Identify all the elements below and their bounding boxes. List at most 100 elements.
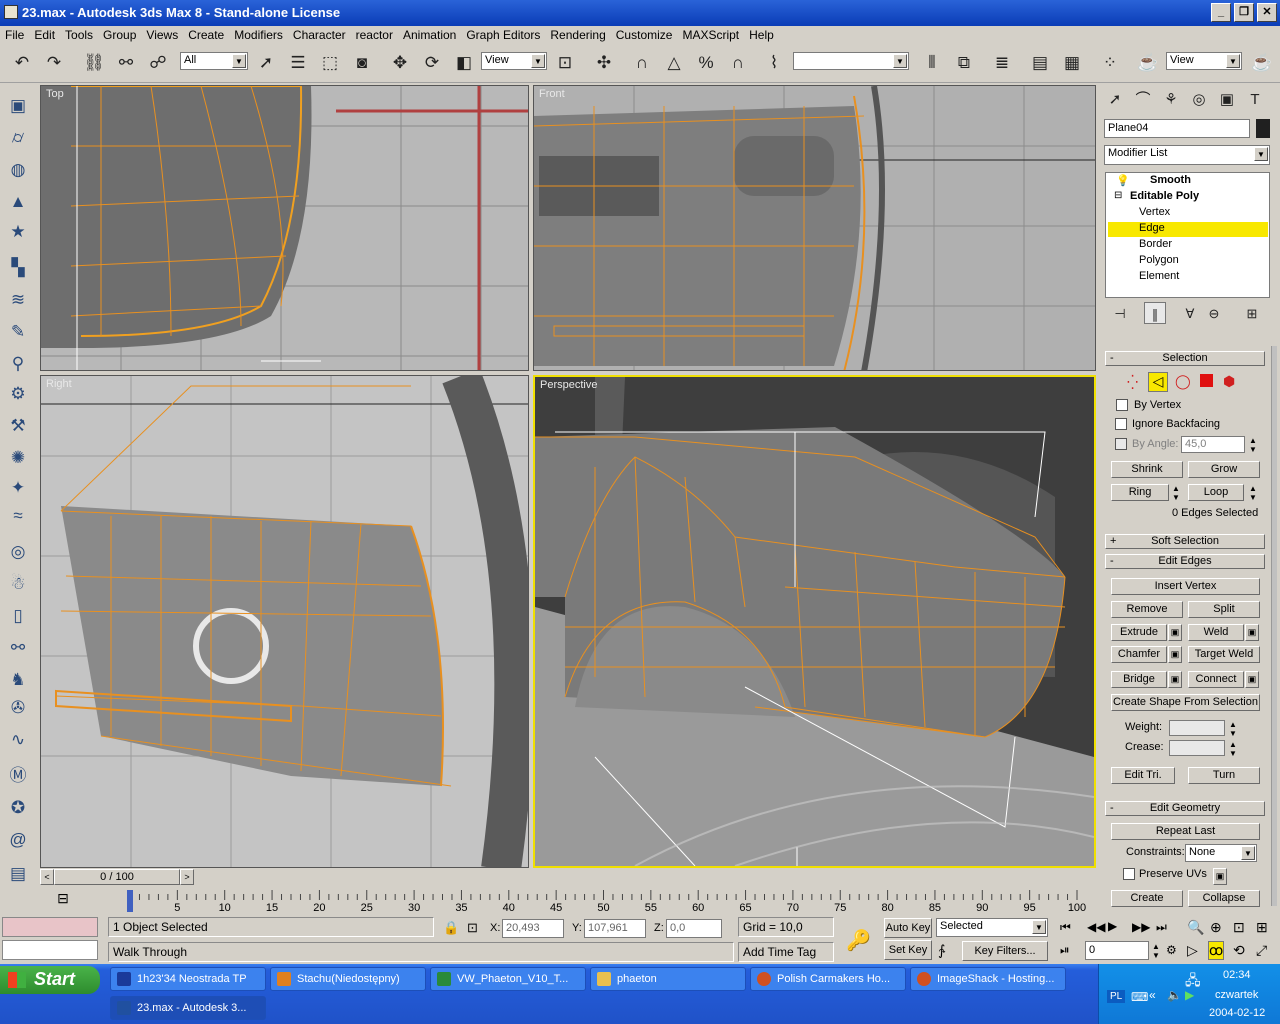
task-3dsmax[interactable]: 23.max - Autodesk 3...	[110, 996, 266, 1020]
stack-item-border[interactable]: Border	[1106, 238, 1269, 253]
align-icon[interactable]: ⧉	[952, 51, 976, 75]
menu-file[interactable]: File	[0, 26, 29, 42]
polygon-mode-icon[interactable]	[1200, 374, 1213, 387]
viewport-right-label[interactable]: Right	[46, 378, 72, 390]
connect-settings-icon[interactable]: ▣	[1245, 671, 1259, 688]
task-phaeton-image[interactable]: VW_Phaeton_V10_T...	[430, 967, 586, 991]
menu-edit[interactable]: Edit	[29, 26, 60, 42]
curve-editor-mini-icon[interactable]: ⊟	[52, 890, 74, 910]
stack-item-editable-poly[interactable]: Editable Poly	[1106, 190, 1269, 205]
pencil-icon[interactable]: ✎	[6, 320, 30, 344]
task-neostrada[interactable]: 1h23'34 Neostrada TP	[110, 967, 266, 991]
rotate-icon[interactable]: ⟳	[420, 51, 444, 75]
undo-icon[interactable]: ↶	[10, 51, 34, 75]
maximize-button[interactable]: ❐	[1234, 3, 1254, 22]
task-imageshack[interactable]: ImageShack - Hosting...	[910, 967, 1066, 991]
constraints-dropdown[interactable]: None ▼	[1185, 844, 1257, 862]
ignore-backfacing-checkbox[interactable]	[1115, 418, 1127, 430]
object-name-field[interactable]: Plane04	[1104, 119, 1250, 138]
play-tray-icon[interactable]: ▶	[1185, 988, 1194, 1002]
named-selection-dropdown[interactable]: ▼	[793, 52, 909, 70]
modify-tab-icon[interactable]: ⌒	[1131, 88, 1155, 112]
fan-icon[interactable]: ✇	[6, 696, 30, 720]
crease-field[interactable]	[1169, 740, 1225, 756]
element-mode-icon[interactable]: ⬢	[1223, 373, 1235, 390]
show-end-result-icon[interactable]: ∥	[1144, 302, 1166, 324]
insert-vertex-button[interactable]: Insert Vertex	[1111, 578, 1260, 595]
snaps-toggle-icon[interactable]: ∩	[630, 51, 654, 75]
bone-tool-icon[interactable]: ⚯	[6, 636, 30, 660]
quick-render-icon[interactable]: ☕	[1250, 51, 1274, 75]
layer-manager-icon[interactable]: ≣	[990, 51, 1014, 75]
extrude-settings-icon[interactable]: ▣	[1168, 624, 1182, 641]
bind-space-warp-icon[interactable]: ☍	[146, 51, 170, 75]
key-icon[interactable]: 🔑	[846, 928, 871, 953]
viewport-top-label[interactable]: Top	[46, 88, 64, 100]
viewport-top[interactable]: Top	[40, 85, 529, 371]
task-polish-carmakers[interactable]: Polish Carmakers Ho...	[750, 967, 906, 991]
object-color-swatch[interactable]	[1256, 119, 1270, 138]
menu-rendering[interactable]: Rendering	[545, 26, 610, 42]
ring-button[interactable]: Ring	[1111, 484, 1169, 501]
wand-icon[interactable]: ✪	[6, 796, 30, 820]
chair-icon[interactable]: ♞	[6, 668, 30, 692]
glass-icon[interactable]: ▯	[6, 604, 30, 628]
wave-icon[interactable]: ≈	[6, 504, 30, 528]
time-slider-thumb[interactable]: 0 / 100	[54, 869, 180, 885]
display-tab-icon[interactable]: ▣	[1215, 88, 1239, 112]
bridge-button[interactable]: Bridge	[1111, 671, 1167, 688]
stack-item-edge[interactable]: Edge	[1108, 222, 1268, 237]
hierarchy-tab-icon[interactable]: ⚘	[1159, 88, 1183, 112]
crease-spinner[interactable]: ▲ ▼	[1229, 740, 1237, 758]
arc-rotate-icon[interactable]: ⟲	[1233, 942, 1245, 959]
split-button[interactable]: Split	[1188, 601, 1260, 618]
render-view-dropdown[interactable]: View ▼	[1166, 52, 1242, 70]
menu-character[interactable]: Character	[288, 26, 351, 42]
modifier-list-dropdown[interactable]: Modifier List ▼	[1104, 145, 1270, 165]
selection-filter-dropdown[interactable]: All ▼	[180, 52, 248, 70]
make-unique-icon[interactable]: ∀	[1179, 302, 1201, 324]
z-coord-field[interactable]: 0,0	[666, 919, 722, 938]
clock-time[interactable]: 02:34	[1223, 969, 1251, 981]
zoom-extents-icon[interactable]: ⊡	[1233, 919, 1245, 936]
menu-create[interactable]: Create	[183, 26, 229, 42]
biped-icon[interactable]: ☃	[6, 572, 30, 596]
stack-icon[interactable]: ≋	[6, 288, 30, 312]
preserve-uvs-checkbox[interactable]	[1123, 868, 1135, 880]
checker-icon[interactable]: ▚	[6, 256, 30, 280]
box-icon[interactable]: ▣	[6, 94, 30, 118]
by-angle-spinner[interactable]: ▲ ▼	[1249, 436, 1257, 454]
lock-icon[interactable]: 🔒	[443, 920, 459, 936]
scale-icon[interactable]: ◧	[452, 51, 476, 75]
track-bar[interactable]: ⊟ 05101520253035404550556065707580859095…	[36, 888, 1096, 914]
fov-icon[interactable]: ▷	[1187, 942, 1198, 959]
motion-tab-icon[interactable]: ◎	[1187, 88, 1211, 112]
edit-tri-button[interactable]: Edit Tri.	[1111, 767, 1175, 784]
loop-button[interactable]: Loop	[1188, 484, 1244, 501]
script-icon[interactable]: ▤	[6, 862, 30, 886]
light-icon[interactable]: ✺	[6, 446, 30, 470]
create-tab-icon[interactable]: ➚	[1103, 88, 1127, 112]
by-angle-checkbox[interactable]	[1115, 438, 1127, 450]
menu-customize[interactable]: Customize	[611, 26, 678, 42]
bulb-icon[interactable]: 💡	[1116, 174, 1130, 187]
stack-item-polygon[interactable]: Polygon	[1106, 254, 1269, 269]
key-mode-icon[interactable]: ⏯	[1060, 943, 1070, 958]
chamfer-button[interactable]: Chamfer	[1111, 646, 1167, 663]
set-key-button[interactable]: Set Key	[884, 940, 932, 960]
current-frame-marker[interactable]	[127, 890, 133, 912]
frame-spinner[interactable]: ▲ ▼	[1152, 942, 1160, 960]
weight-field[interactable]	[1169, 720, 1225, 736]
pivot-center-icon[interactable]: ⊡	[553, 51, 577, 75]
rope-icon[interactable]: ∿	[6, 728, 30, 752]
menu-graph-editors[interactable]: Graph Editors	[461, 26, 545, 42]
close-button[interactable]: ✕	[1257, 3, 1277, 22]
menu-group[interactable]: Group	[98, 26, 141, 42]
border-mode-icon[interactable]: ◯	[1175, 373, 1191, 390]
window-crossing-icon[interactable]: ◙	[350, 51, 374, 75]
star-icon[interactable]: ★	[6, 220, 30, 244]
stack-item-vertex[interactable]: Vertex	[1106, 206, 1269, 221]
zoom-icon[interactable]: 🔍	[1187, 919, 1204, 936]
turn-button[interactable]: Turn	[1188, 767, 1260, 784]
stack-item-smooth[interactable]: Smooth	[1106, 174, 1269, 189]
